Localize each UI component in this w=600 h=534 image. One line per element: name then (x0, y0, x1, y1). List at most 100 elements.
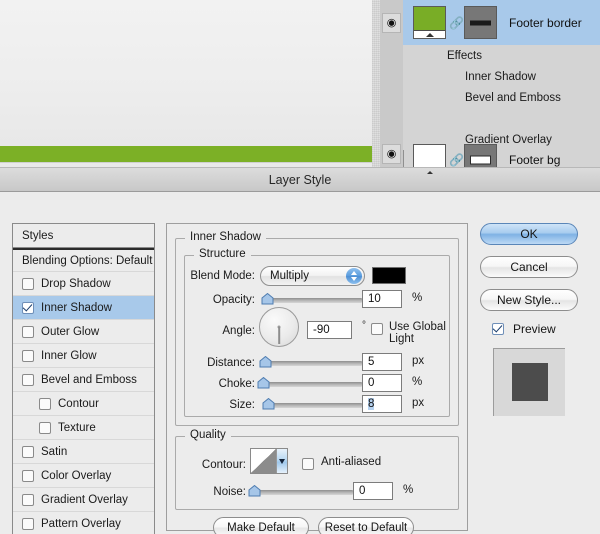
styles-header[interactable]: Styles (12, 223, 155, 248)
blend-mode-value: Multiply (270, 270, 309, 282)
opacity-unit: % (412, 292, 423, 304)
style-item-inner-shadow[interactable]: Inner Shadow (13, 296, 154, 320)
settings-panel: Inner Shadow Structure Blend Mode: Multi… (166, 223, 468, 534)
contour-curve-preview (251, 449, 276, 473)
preview-toggle[interactable]: Preview (492, 322, 592, 336)
checkbox-satin[interactable] (22, 445, 34, 458)
dialog-titlebar[interactable]: Layer Style (0, 168, 600, 192)
angle-input[interactable]: -90 (307, 321, 352, 339)
layer-style-dialog: Layer Style Styles Blending Options: Def… (0, 167, 600, 534)
layer-row-effects[interactable]: Effects (403, 45, 600, 67)
opacity-slider-knob[interactable] (261, 293, 274, 305)
make-default-button[interactable]: Make Default (213, 517, 309, 534)
style-item-contour[interactable]: Contour (13, 392, 154, 416)
layer-row-inner-shadow[interactable]: Inner Shadow (403, 66, 600, 88)
link-icon[interactable]: 🔗 (449, 16, 464, 30)
chevron-updown-icon (346, 268, 362, 284)
style-item-pattern-overlay[interactable]: Pattern Overlay (13, 512, 154, 534)
opacity-slider-track (266, 298, 363, 303)
distance-input[interactable]: 5 (362, 353, 402, 371)
checkbox-preview[interactable] (492, 323, 504, 335)
blend-mode-select[interactable]: Multiply (260, 266, 365, 286)
chevron-up-icon (351, 271, 357, 275)
layer-name-footer-border: Footer border (509, 15, 582, 30)
screen: ◉ 🔗 Footer border ◉ Effects ◉ (0, 0, 600, 534)
blend-mode-label: Blend Mode: (190, 270, 255, 282)
size-slider-track (266, 403, 363, 408)
opacity-slider[interactable] (259, 292, 363, 306)
checkbox-texture[interactable] (39, 421, 51, 434)
style-item-satin[interactable]: Satin (13, 440, 154, 464)
distance-slider-knob[interactable] (259, 356, 272, 368)
ok-label: OK (520, 227, 538, 241)
style-item-blending-options[interactable]: Blending Options: Default (13, 248, 154, 272)
style-preview-shape (512, 363, 548, 401)
reset-to-default-button[interactable]: Reset to Default (318, 517, 414, 534)
choke-slider-knob[interactable] (257, 377, 270, 389)
choke-slider[interactable] (257, 376, 363, 390)
visibility-toggle-footer-border[interactable]: ◉ (382, 13, 401, 33)
noise-slider-knob[interactable] (248, 485, 261, 497)
style-item-bevel-and-emboss[interactable]: Bevel and Emboss (13, 368, 154, 392)
contour-preset-picker[interactable] (250, 448, 288, 474)
eye-icon: ◉ (382, 13, 401, 33)
style-item-drop-shadow[interactable]: Drop Shadow (13, 272, 154, 296)
contour-dropdown-button[interactable] (276, 449, 287, 473)
canvas-green-footer-bar (0, 146, 372, 162)
checkbox-anti-aliased[interactable] (302, 458, 314, 470)
size-slider-knob[interactable] (262, 398, 275, 410)
choke-label: Choke: (218, 378, 255, 390)
choke-input[interactable]: 0 (362, 374, 402, 392)
link-icon[interactable]: 🔗 (449, 153, 464, 167)
quality-group-title: Quality (185, 429, 231, 441)
noise-unit: % (403, 484, 414, 496)
checkbox-use-global-light[interactable] (371, 323, 383, 335)
opacity-label: Opacity: (212, 294, 255, 306)
layer-row-footer-border[interactable]: 🔗 Footer border (403, 0, 600, 45)
checkbox-outer-glow[interactable] (22, 325, 34, 338)
style-item-outer-glow[interactable]: Outer Glow (13, 320, 154, 344)
distance-slider[interactable] (259, 355, 363, 369)
styles-header-label: Styles (22, 229, 54, 242)
style-item-label: Color Overlay (41, 469, 112, 482)
noise-value: 0 (359, 485, 366, 497)
dialog-title: Layer Style (268, 172, 332, 187)
layer-row-bevel-and-emboss[interactable]: Bevel and Emboss (403, 87, 600, 109)
mask-bar (470, 155, 491, 165)
checkbox-gradient-overlay[interactable] (22, 493, 34, 506)
angle-dial[interactable] (259, 307, 299, 347)
size-value: 8 (368, 398, 375, 410)
size-input[interactable]: 8 (362, 395, 402, 413)
chevron-down-icon (351, 277, 357, 281)
eye-icon-glyph: ◉ (386, 16, 397, 29)
style-item-color-overlay[interactable]: Color Overlay (13, 464, 154, 488)
distance-slider-track (266, 361, 363, 366)
checkbox-color-overlay[interactable] (22, 469, 34, 482)
contour-label: Contour: (201, 459, 246, 471)
checkbox-pattern-overlay[interactable] (22, 517, 34, 530)
opacity-input[interactable]: 10 (362, 290, 402, 308)
ok-button[interactable]: OK (480, 223, 578, 245)
noise-input[interactable]: 0 (353, 482, 393, 500)
visibility-toggle-footer-bg[interactable]: ◉ (382, 144, 401, 164)
style-item-inner-glow[interactable]: Inner Glow (13, 344, 154, 368)
new-style-button[interactable]: New Style... (480, 289, 578, 311)
cancel-button[interactable]: Cancel (480, 256, 578, 278)
style-item-label: Gradient Overlay (41, 493, 128, 506)
checkbox-drop-shadow[interactable] (22, 277, 34, 290)
distance-label: Distance: (207, 357, 255, 369)
eye-icon-glyph: ◉ (386, 147, 397, 160)
style-item-label: Inner Shadow (41, 301, 112, 314)
noise-slider[interactable] (248, 484, 354, 498)
shadow-color-swatch[interactable] (372, 267, 406, 284)
checkbox-inner-glow[interactable] (22, 349, 34, 362)
style-preview-swatch (493, 348, 565, 416)
style-item-texture[interactable]: Texture (13, 416, 154, 440)
layer-thumbnail-footer-border (413, 6, 446, 39)
checkbox-inner-shadow[interactable] (22, 301, 34, 314)
style-item-gradient-overlay[interactable]: Gradient Overlay (13, 488, 154, 512)
style-item-label: Pattern Overlay (41, 517, 121, 530)
size-slider[interactable] (259, 397, 363, 411)
checkbox-contour[interactable] (39, 397, 51, 410)
checkbox-bevel-and-emboss[interactable] (22, 373, 34, 386)
